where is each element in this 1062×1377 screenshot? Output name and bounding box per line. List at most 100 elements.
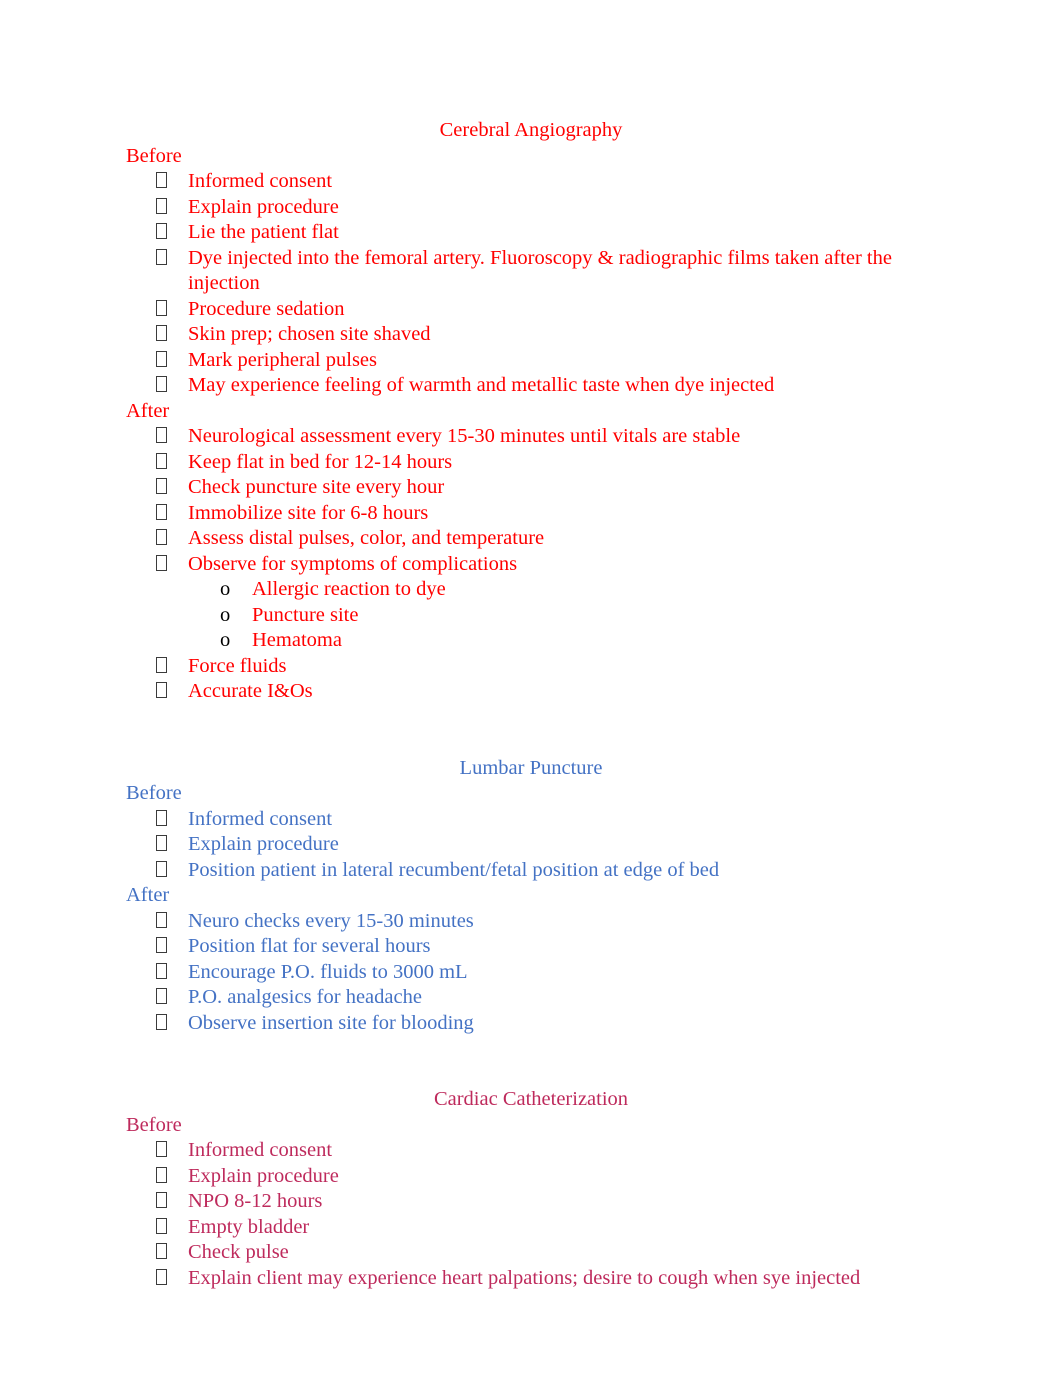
bullet-box-icon (156, 529, 167, 545)
bullet-box-icon (156, 1192, 167, 1208)
list-item-label: Assess distal pulses, color, and tempera… (188, 527, 545, 549)
list-item-label: Position flat for several hours (188, 935, 431, 957)
bullet-list: Neuro checks every 15-30 minutes Position… (126, 909, 936, 1037)
list-item: NPO 8-12 hours (126, 1189, 936, 1215)
list-item: Dye injected into the femoral artery. Fl… (126, 246, 936, 297)
sub-list-item-label: Hematoma (252, 629, 342, 651)
sub-bullet-list: o Allergic reaction to dye o Puncture site o… (126, 577, 936, 654)
list-item: Check pulse (126, 1240, 936, 1266)
bullet-box-icon (156, 223, 167, 239)
sub-list-item-label: Allergic reaction to dye (252, 578, 446, 600)
bullet-box-icon (156, 809, 167, 826)
list-item-label: Explain procedure (188, 1164, 339, 1187)
sub-list-item: o Allergic reaction to dye (126, 577, 936, 603)
bullet-box-icon (156, 376, 167, 392)
list-item: Informed consent (126, 1138, 936, 1164)
bullet-box-icon (156, 478, 167, 494)
list-item-label: Observe for symptoms of complications (188, 552, 518, 575)
bullet-box-icon (156, 1217, 167, 1234)
sub-list-item: o Puncture site (126, 603, 936, 629)
bullet-list: Informed consent Explain procedure Positio… (126, 807, 936, 884)
list-item-label: Check pulse (188, 1241, 289, 1263)
list-item: Observe insertion site for blooding (126, 1011, 936, 1037)
list-item-label: May experience feeling of warmth and met… (188, 374, 775, 396)
list-item-label: Observe insertion site for blooding (188, 1011, 474, 1034)
list-item: Explain procedure (126, 195, 936, 221)
list-item: Position patient in lateral recumbent/fe… (126, 858, 936, 884)
list-item: Neuro checks every 15-30 minutes (126, 909, 936, 935)
sub-list-container: o Allergic reaction to dye o Puncture site o… (126, 577, 936, 654)
sub-bullet-o-icon: o (220, 603, 231, 626)
list-item-label: Lie the patient flat (188, 221, 339, 243)
sub-list-item: o Hematoma (126, 628, 936, 654)
bullet-list: Informed consent Explain procedure Lie the… (126, 169, 936, 399)
list-item: Assess distal pulses, color, and tempera… (126, 526, 936, 552)
procedure-section: Lumbar Puncture Before Informed consent Exp… (126, 756, 936, 1037)
list-item-label: Empty bladder (188, 1215, 310, 1238)
bullet-box-icon (156, 682, 167, 698)
list-item: Encourage P.O. fluids to 3000 mL (126, 960, 936, 986)
bullet-box-icon (156, 1166, 167, 1183)
bullet-box-icon (156, 503, 167, 520)
procedure-section: Cerebral Angiography Before Informed conse… (126, 118, 936, 705)
list-item-label: Position patient in lateral recumbent/fe… (188, 858, 720, 881)
list-item-label: Explain client may experience heart palp… (188, 1266, 861, 1289)
list-item: Immobilize site for 6-8 hours (126, 501, 936, 527)
list-item: Mark peripheral pulses (126, 348, 936, 374)
bullet-box-icon (156, 962, 167, 979)
bullet-box-icon (156, 1013, 167, 1030)
bullet-box-icon (156, 656, 167, 673)
bullet-box-icon (156, 1268, 167, 1285)
bullet-box-icon (156, 325, 167, 341)
list-item-label: Mark peripheral pulses (188, 348, 377, 371)
phase-heading: Before (126, 782, 182, 804)
bullet-box-icon (156, 172, 167, 188)
sub-list-item-label: Puncture site (252, 603, 359, 626)
bullet-box-icon (156, 988, 167, 1004)
bullet-box-icon (156, 554, 167, 571)
list-item: Procedure sedation (126, 297, 936, 323)
bullet-box-icon (156, 1141, 167, 1157)
list-item-label: Neurological assessment every 15-30 minu… (188, 425, 741, 447)
list-item-label: NPO 8-12 hours (188, 1190, 323, 1212)
list-item-label: Dye injected into the femoral artery. Fl… (188, 246, 892, 295)
section-title: Cardiac Catheterization (433, 1088, 629, 1110)
list-item-label: Informed consent (188, 1139, 333, 1161)
bullet-box-icon (156, 1243, 167, 1259)
list-item: Explain procedure (126, 832, 936, 858)
list-item-label: Immobilize site for 6-8 hours (188, 501, 429, 524)
list-item-label: Force fluids (188, 654, 287, 677)
list-item-label: Check puncture site every hour (188, 476, 445, 498)
bullet-box-icon (156, 860, 167, 877)
bullet-box-icon (156, 911, 167, 928)
phase-heading: Before (126, 1113, 182, 1136)
list-item: Empty bladder (126, 1215, 936, 1241)
bullet-box-icon (156, 197, 167, 214)
list-item: Skin prep; chosen site shaved (126, 322, 936, 348)
bullet-list: Neurological assessment every 15-30 minu… (126, 424, 936, 705)
list-item: P.O. analgesics for headache (126, 985, 936, 1011)
list-item: Informed consent (126, 807, 936, 833)
list-item: Informed consent (126, 169, 936, 195)
list-item-label: P.O. analgesics for headache (188, 986, 422, 1008)
list-item: Explain client may experience heart palp… (126, 1266, 936, 1292)
list-item: Neurological assessment every 15-30 minu… (126, 424, 936, 450)
list-item: Force fluids (126, 654, 936, 680)
list-item-label: Informed consent (188, 170, 333, 192)
bullet-box-icon (156, 937, 167, 953)
bullet-box-icon (156, 299, 167, 316)
phase-heading: After (126, 399, 170, 422)
procedure-section: Cardiac Catheterization Before Informed co… (126, 1087, 936, 1291)
document-page: Cerebral Angiography Before Informed conse… (0, 0, 1062, 1377)
list-item: May experience feeling of warmth and met… (126, 373, 936, 399)
list-item: Accurate I&Os (126, 679, 936, 705)
list-item: Check puncture site every hour (126, 475, 936, 501)
list-item: Lie the patient flat (126, 220, 936, 246)
bullet-box-icon (156, 248, 167, 265)
phase-heading: Before (126, 144, 182, 167)
list-item: Position flat for several hours (126, 934, 936, 960)
